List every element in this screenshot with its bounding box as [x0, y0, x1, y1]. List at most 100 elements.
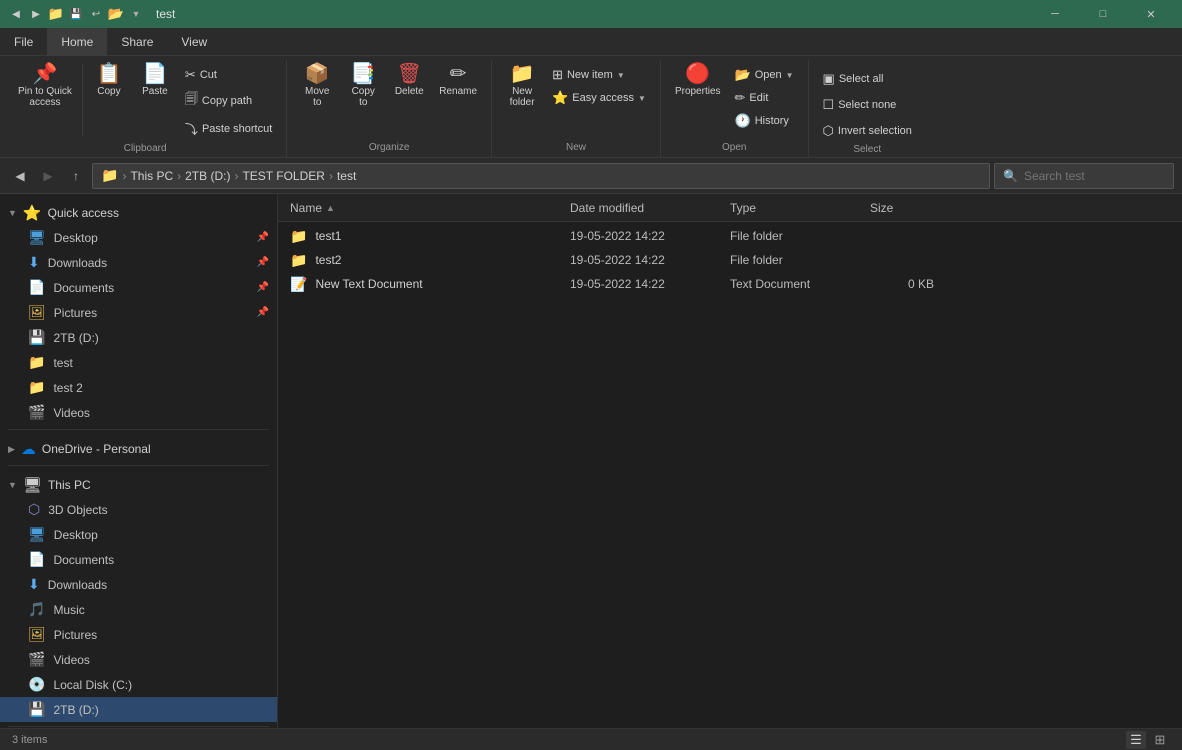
save-icon[interactable]: 💾	[68, 6, 84, 22]
downloads-pc-icon: ⬇	[28, 576, 40, 593]
copy-to-button[interactable]: 📑 Copy to	[341, 60, 385, 112]
downloads-quick-icon: ⬇	[28, 254, 40, 271]
pin-icon-0: 📌	[257, 232, 269, 243]
invert-selection-button[interactable]: ⬡ Invert selection	[817, 120, 918, 142]
col-header-date[interactable]: Date modified	[562, 194, 722, 221]
select-buttons: ▣ Select all ☐ Select none ⬡ Invert sele…	[817, 60, 918, 142]
paste-button[interactable]: 📄 Paste	[133, 60, 177, 101]
sidebar-item-videos-pc[interactable]: 🎬 Videos	[0, 647, 277, 672]
select-none-button[interactable]: ☐ Select none	[817, 94, 918, 116]
close-button[interactable]: ✕	[1128, 0, 1174, 28]
videos-quick-icon: 🎬	[28, 404, 45, 421]
path-test[interactable]: test	[337, 169, 356, 183]
sidebar-item-3dobjects[interactable]: ⬡ 3D Objects	[0, 497, 277, 522]
open-icon: 📂	[735, 67, 751, 83]
path-thispc[interactable]: This PC	[130, 169, 173, 183]
address-path[interactable]: 📁 › This PC › 2TB (D:) › TEST FOLDER › t…	[92, 163, 990, 189]
col-header-type[interactable]: Type	[722, 194, 862, 221]
history-button[interactable]: 🕐 History	[729, 110, 800, 132]
quick-access-header[interactable]: ▼ ⭐ Quick access	[0, 198, 277, 225]
paste-shortcut-button[interactable]: ⤵ Paste shortcut	[179, 116, 278, 141]
new-item-button[interactable]: ⊞ New item ▼	[546, 64, 652, 86]
test-quick-icon: 📁	[28, 354, 45, 371]
copy-button[interactable]: 📋 Copy	[87, 60, 131, 101]
onedrive-icon: ☁	[21, 440, 36, 458]
sidebar-item-2tbd[interactable]: 💾 2TB (D:)	[0, 697, 277, 722]
back-icon[interactable]: ◀	[8, 6, 24, 22]
easy-access-dropdown-icon: ▼	[638, 94, 646, 103]
maximize-button[interactable]: □	[1080, 0, 1126, 28]
new-item-dropdown-icon: ▼	[617, 71, 625, 80]
easy-access-button[interactable]: ⭐ Easy access ▼	[546, 87, 652, 109]
col-header-size[interactable]: Size	[862, 194, 942, 221]
clipboard-buttons: 📌 Pin to Quick access 📋 Copy 📄 Paste ✂ C…	[12, 60, 278, 141]
file-name-0: 📁 test1	[282, 228, 562, 245]
sidebar-item-pictures-quick[interactable]: 🖼 Pictures 📌	[0, 300, 277, 325]
path-drive[interactable]: 2TB (D:)	[185, 169, 230, 183]
back-button[interactable]: ◀	[8, 164, 32, 188]
move-to-button[interactable]: 📦 Move to	[295, 60, 339, 112]
sidebar-item-music-pc[interactable]: 🎵 Music	[0, 597, 277, 622]
properties-button[interactable]: 🔴 Properties	[669, 60, 727, 101]
sidebar-item-pictures-pc[interactable]: 🖼 Pictures	[0, 622, 277, 647]
sidebar-item-desktop-quick[interactable]: 🖥 Desktop 📌	[0, 225, 277, 250]
copy-path-button[interactable]: 🗐 Copy path	[179, 87, 278, 115]
cut-button[interactable]: ✂ Cut	[179, 64, 278, 86]
col-header-name[interactable]: Name ▲	[282, 194, 562, 221]
open-dropdown-icon: ▼	[786, 71, 794, 80]
file-name-2: 📝 New Text Document	[282, 276, 562, 293]
path-sep-1: ›	[177, 169, 181, 183]
sidebar-item-documents-quick[interactable]: 📄 Documents 📌	[0, 275, 277, 300]
sidebar-divider-1	[8, 429, 269, 430]
undo-icon[interactable]: ↩	[88, 6, 104, 22]
table-row[interactable]: 📁 test1 19-05-2022 14:22 File folder	[278, 224, 1182, 248]
sidebar-item-test2-quick[interactable]: 📁 test 2	[0, 375, 277, 400]
tiles-view-button[interactable]: ⊞	[1150, 731, 1170, 749]
sidebar-item-2tb-quick[interactable]: 💾 2TB (D:)	[0, 325, 277, 350]
search-icon: 🔍	[1003, 169, 1018, 183]
menu-share[interactable]: Share	[107, 28, 167, 56]
thispc-arrow: ▼	[8, 480, 17, 490]
sidebar: ▼ ⭐ Quick access 🖥 Desktop 📌 ⬇ Downloads…	[0, 194, 278, 728]
2tbd-icon: 💾	[28, 701, 45, 718]
minimize-button[interactable]: ─	[1032, 0, 1078, 28]
sidebar-item-downloads-pc[interactable]: ⬇ Downloads	[0, 572, 277, 597]
ribbon-select-group: ▣ Select all ☐ Select none ⬡ Invert sele…	[809, 60, 926, 157]
sidebar-item-downloads-quick[interactable]: ⬇ Downloads 📌	[0, 250, 277, 275]
sidebar-item-documents-pc[interactable]: 📄 Documents	[0, 547, 277, 572]
open-small-buttons: 📂 Open ▼ ✏ Edit 🕐 History	[729, 64, 800, 132]
edit-button[interactable]: ✏ Edit	[729, 87, 800, 109]
sidebar-item-localc[interactable]: 💿 Local Disk (C:)	[0, 672, 277, 697]
search-box[interactable]: 🔍	[994, 163, 1174, 189]
file-size-2: 0 KB	[862, 277, 942, 291]
path-testfolder[interactable]: TEST FOLDER	[242, 169, 324, 183]
details-view-button[interactable]: ☰	[1126, 731, 1146, 749]
onedrive-label: OneDrive - Personal	[42, 442, 151, 456]
select-all-icon: ▣	[823, 71, 835, 87]
menu-home[interactable]: Home	[47, 28, 107, 56]
open-button[interactable]: 📂 Open ▼	[729, 64, 800, 86]
search-input[interactable]	[1024, 169, 1165, 183]
rename-button[interactable]: ✏ Rename	[433, 60, 483, 101]
new-folder-button[interactable]: 📁 New folder	[500, 60, 544, 112]
table-row[interactable]: 📝 New Text Document 19-05-2022 14:22 Tex…	[278, 272, 1182, 296]
forward-button[interactable]: ▶	[36, 164, 60, 188]
pin-to-quick-access-button[interactable]: 📌 Pin to Quick access	[12, 60, 78, 112]
onedrive-header[interactable]: ▶ ☁ OneDrive - Personal	[0, 434, 277, 461]
sidebar-item-desktop-pc[interactable]: 🖥 Desktop	[0, 522, 277, 547]
table-row[interactable]: 📁 test2 19-05-2022 14:22 File folder	[278, 248, 1182, 272]
file-list: 📁 test1 19-05-2022 14:22 File folder 📁 t…	[278, 222, 1182, 728]
dropdown-icon[interactable]: ▼	[128, 6, 144, 22]
documents-quick-icon: 📄	[28, 279, 45, 296]
recent-folder-icon[interactable]: 📂	[108, 6, 124, 22]
sidebar-item-test-quick[interactable]: 📁 test	[0, 350, 277, 375]
forward-icon[interactable]: ▶	[28, 6, 44, 22]
up-button[interactable]: ↑	[64, 164, 88, 188]
menu-file[interactable]: File	[0, 28, 47, 56]
main-area: ▼ ⭐ Quick access 🖥 Desktop 📌 ⬇ Downloads…	[0, 194, 1182, 728]
select-all-button[interactable]: ▣ Select all	[817, 68, 918, 90]
menu-view[interactable]: View	[167, 28, 221, 56]
sidebar-item-videos-quick[interactable]: 🎬 Videos	[0, 400, 277, 425]
thispc-header[interactable]: ▼ 🖥 This PC	[0, 470, 277, 497]
delete-button[interactable]: 🗑 Delete	[387, 60, 431, 101]
